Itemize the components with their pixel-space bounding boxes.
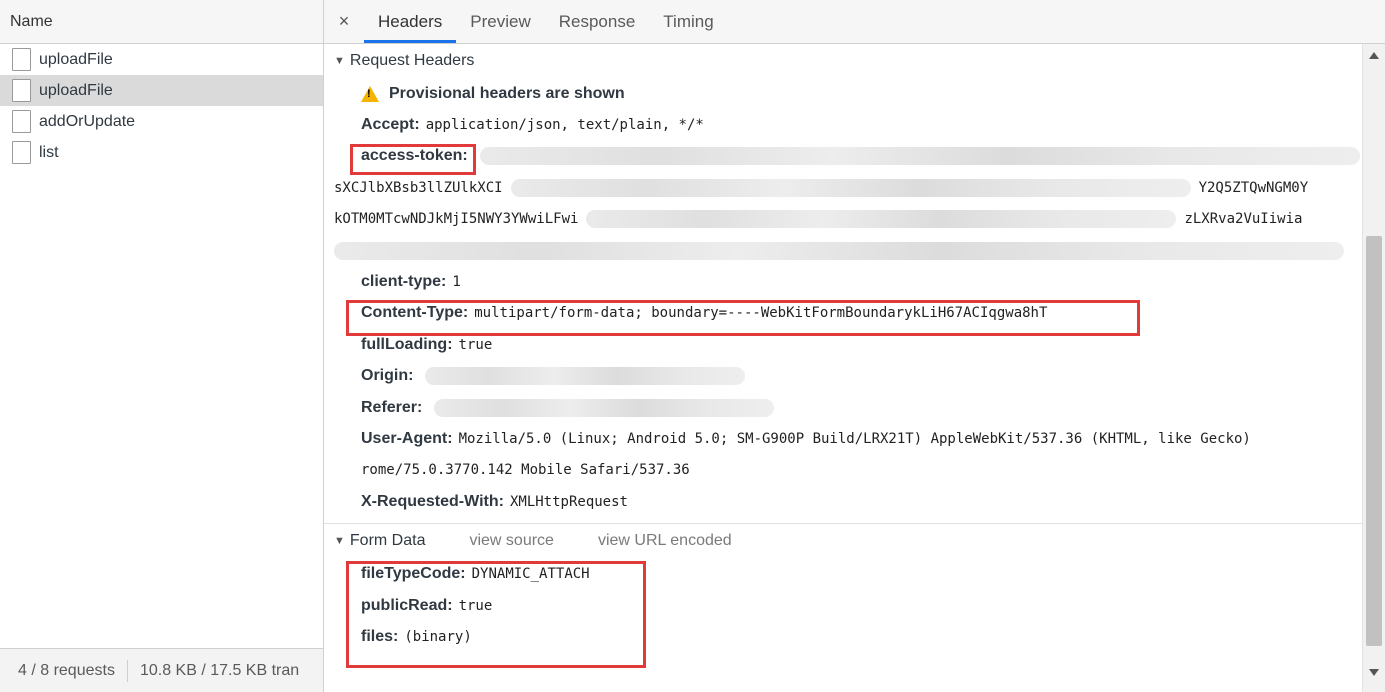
form-data-toggle[interactable]: ▼ Form Data view source view URL encoded [324,524,1362,558]
header-access-token: access-token: [324,141,1362,172]
form-key: files: [361,627,399,645]
header-value: multipart/form-data; boundary=----WebKit… [474,305,1048,322]
name-column-header[interactable]: Name [0,0,323,44]
file-icon [12,141,31,164]
request-item-uploadfile-2[interactable]: uploadFile [0,75,323,106]
transfer-size: 10.8 KB / 17.5 KB tran [139,661,300,679]
form-key: fileTypeCode: [361,565,466,583]
header-value: true [458,336,493,353]
scroll-up-icon[interactable] [1369,52,1379,59]
detail-tabs: × Headers Preview Response Timing [324,0,1385,44]
headers-content: ▼ Request Headers Provisional headers ar… [324,44,1362,692]
header-accept: Accept: application/json, text/plain, */… [324,109,1362,140]
header-key: fullLoading: [361,335,453,353]
request-name: uploadFile [39,81,113,99]
header-client-type: client-type: 1 [324,266,1362,297]
form-files: files: (binary) [324,621,1362,652]
redacted-value [334,241,1344,260]
token-fragment-start: sXCJlbXBsb3llZUlkXCI [334,179,503,196]
token-continuation-1: sXCJlbXBsb3llZUlkXCI Y2Q5ZTQwNGM0Y [324,172,1362,203]
header-value: rome/75.0.3770.142 Mobile Safari/537.36 [361,462,690,479]
redacted-value [510,178,1191,197]
redacted-value [479,147,1360,166]
provisional-warning: Provisional headers are shown [324,78,1362,109]
tab-headers[interactable]: Headers [364,0,457,43]
request-item-uploadfile-1[interactable]: uploadFile [0,44,323,75]
header-key: User-Agent: [361,429,453,447]
header-value: 1 [452,274,461,291]
header-key: Referer: [361,398,423,416]
tab-preview[interactable]: Preview [456,0,544,43]
header-referer: Referer: [324,392,1362,423]
triangle-down-icon: ▼ [334,55,345,67]
scrollbar-thumb[interactable] [1366,236,1382,646]
close-icon[interactable]: × [324,0,364,43]
file-icon [12,48,31,71]
form-value: (binary) [404,628,472,645]
header-user-agent-continuation: rome/75.0.3770.142 Mobile Safari/537.36 [324,455,1362,486]
form-value: DYNAMIC_ATTACH [471,566,590,583]
view-url-encoded-link[interactable]: view URL encoded [598,532,732,550]
file-icon [12,110,31,133]
request-item-addorupdate[interactable]: addOrUpdate [0,106,323,137]
header-key: client-type: [361,273,447,291]
header-key: access-token: [361,147,468,165]
status-divider [126,659,128,682]
form-file-type-code: fileTypeCode: DYNAMIC_ATTACH [324,558,1362,589]
header-value: Mozilla/5.0 (Linux; Android 5.0; SM-G900… [458,430,1251,447]
form-value: true [458,597,493,614]
vertical-scrollbar[interactable] [1362,44,1385,692]
token-fragment-end: zLXRva2VuIiwia [1184,211,1303,228]
request-headers-toggle[interactable]: ▼ Request Headers [324,44,1362,78]
file-icon [12,79,31,102]
section-title: Form Data [349,532,426,550]
header-key: Origin: [361,367,414,385]
view-source-link[interactable]: view source [469,532,553,550]
request-list: uploadFile uploadFile addOrUpdate list [0,44,323,168]
name-column-label: Name [10,12,53,30]
section-title: Request Headers [349,52,475,69]
tab-timing[interactable]: Timing [649,0,727,43]
token-continuation-3 [324,235,1362,266]
status-bar: 4 / 8 requests 10.8 KB / 17.5 KB tran [0,648,323,692]
header-value: XMLHttpRequest [509,493,628,510]
form-key: publicRead: [361,596,453,614]
request-name: addOrUpdate [39,112,136,130]
warning-icon [361,85,379,102]
warning-text: Provisional headers are shown [389,84,625,102]
header-key: Content-Type: [361,304,469,322]
token-fragment-start: kOTM0MTcwNDJkMjI5NWY3YWwiLFwi [334,211,579,228]
header-key: Accept: [361,116,420,134]
header-origin: Origin: [324,361,1362,392]
scroll-down-icon[interactable] [1369,669,1379,676]
redacted-value [586,210,1177,229]
triangle-down-icon: ▼ [334,535,345,548]
tab-response[interactable]: Response [545,0,650,43]
header-content-type: Content-Type: multipart/form-data; bound… [324,298,1362,329]
header-full-loading: fullLoading: true [324,329,1362,360]
redacted-value [434,398,775,417]
request-name: list [39,143,59,161]
header-x-requested-with: X-Requested-With: XMLHttpRequest [324,486,1362,517]
header-key: X-Requested-With: [361,492,504,510]
request-list-panel: Name uploadFile uploadFile addOrUpdate l… [0,0,324,692]
request-name: uploadFile [39,50,113,68]
header-value: application/json, text/plain, */* [425,117,704,134]
request-details-panel: × Headers Preview Response Timing ▼ Requ… [324,0,1385,692]
redacted-value [425,367,746,386]
request-count: 4 / 8 requests [18,661,115,679]
token-continuation-2: kOTM0MTcwNDJkMjI5NWY3YWwiLFwi zLXRva2VuI… [324,204,1362,235]
header-user-agent: User-Agent: Mozilla/5.0 (Linux; Android … [324,423,1362,454]
token-fragment-end: Y2Q5ZTQwNGM0Y [1198,179,1309,196]
request-item-list[interactable]: list [0,137,323,168]
form-public-read: publicRead: true [324,590,1362,621]
